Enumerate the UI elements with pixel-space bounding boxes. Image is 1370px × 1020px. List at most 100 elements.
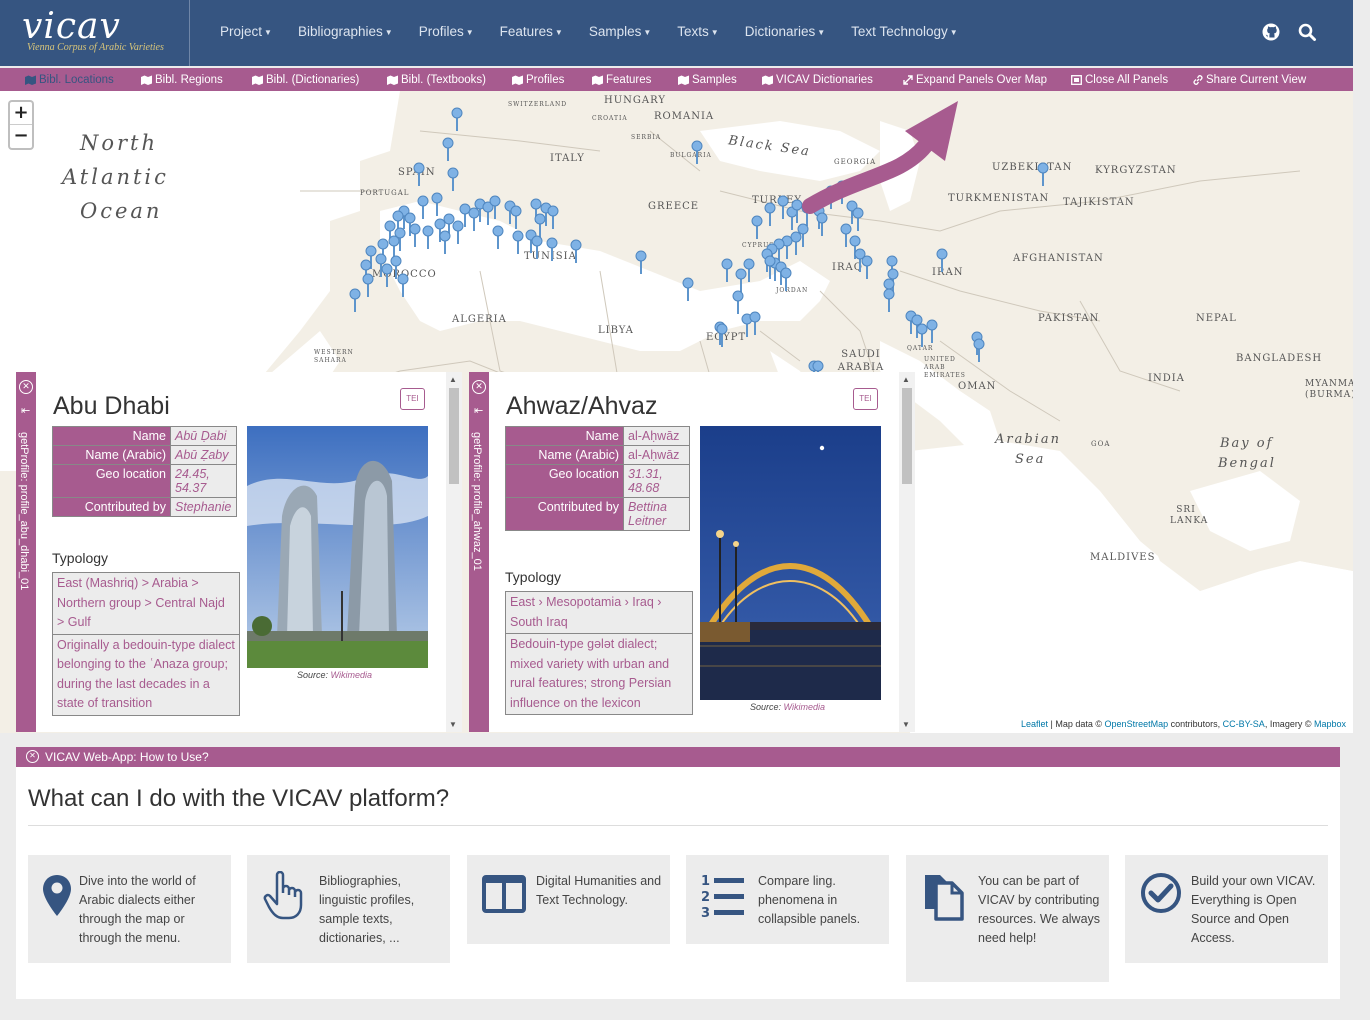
map-icon (762, 75, 773, 85)
map-marker[interactable] (840, 223, 852, 247)
map-marker[interactable] (743, 258, 755, 282)
map-marker[interactable] (431, 192, 443, 216)
map-marker[interactable] (388, 235, 400, 259)
menu-bibliographies[interactable]: Bibliographies ▼ (298, 24, 393, 39)
btn-bibl-dictionaries[interactable]: Bibl. (Dictionaries) (252, 74, 359, 86)
photo-source-label: Source: (750, 702, 782, 712)
map-marker[interactable] (397, 273, 409, 297)
map-marker[interactable] (936, 248, 948, 272)
map-marker[interactable] (732, 290, 744, 314)
menu-project[interactable]: Project ▼ (220, 24, 272, 39)
prop-value[interactable]: Stephanie (170, 497, 237, 517)
btn-bibl-regions[interactable]: Bibl. Regions (141, 74, 223, 86)
menu-profiles[interactable]: Profiles ▼ (419, 24, 474, 39)
tei-button[interactable]: TEI (853, 388, 878, 410)
map-marker[interactable] (422, 225, 434, 249)
map-marker[interactable] (780, 267, 792, 291)
wikimedia-link[interactable]: Wikimedia (331, 670, 372, 680)
map-marker[interactable] (451, 107, 463, 131)
map-marker[interactable] (409, 223, 421, 247)
osm-link[interactable]: OpenStreetMap (1105, 719, 1169, 729)
btn-close-all-panels[interactable]: Close All Panels (1071, 74, 1168, 86)
map-marker[interactable] (691, 140, 703, 164)
map-marker[interactable] (721, 258, 733, 282)
map-marker[interactable] (482, 201, 494, 225)
map-marker[interactable] (381, 263, 393, 287)
map-marker[interactable] (781, 235, 793, 259)
map-marker[interactable] (547, 205, 559, 229)
map-marker[interactable] (682, 277, 694, 301)
typology-path[interactable]: East (Mashriq) > Arabia > Northern group… (53, 573, 239, 634)
map-marker[interactable] (468, 207, 480, 231)
map-marker[interactable] (973, 338, 985, 362)
close-panel-icon[interactable]: ✕ (472, 380, 486, 394)
panel-scrollbar[interactable]: ▲ ▼ (446, 372, 462, 732)
menu-text-technology[interactable]: Text Technology ▼ (851, 24, 958, 39)
map-marker[interactable] (786, 206, 798, 230)
map-marker[interactable] (413, 162, 425, 186)
map-marker[interactable] (439, 230, 451, 254)
github-icon[interactable] (1261, 22, 1281, 42)
map-marker[interactable] (751, 215, 763, 239)
prop-row: Name Abū Ḍabi (52, 426, 237, 446)
map-marker[interactable] (883, 288, 895, 312)
btn-vicav-dictionaries[interactable]: VICAV Dictionaries (762, 74, 873, 86)
map-marker[interactable] (442, 137, 454, 161)
btn-features[interactable]: Features (592, 74, 651, 86)
menu-texts[interactable]: Texts ▼ (677, 24, 718, 39)
map-marker[interactable] (417, 195, 429, 219)
btn-expand-panels[interactable]: Expand Panels Over Map (903, 74, 1047, 86)
map-icon (678, 75, 689, 85)
map-marker[interactable] (531, 235, 543, 259)
map-marker[interactable] (749, 311, 761, 335)
divider (28, 825, 1328, 826)
collapse-panel-icon[interactable]: ⇤ (474, 404, 483, 417)
close-panel-icon[interactable]: ✕ (19, 380, 33, 394)
map-marker[interactable] (916, 323, 928, 347)
map-marker[interactable] (362, 273, 374, 297)
map-marker[interactable] (790, 231, 802, 255)
panel-scrollbar[interactable]: ▲ ▼ (899, 372, 915, 732)
close-help-icon[interactable]: ✕ (26, 750, 39, 763)
panel-side-handle[interactable]: ✕ ⇤ getProfile: profile_abu_dhabi_01 (16, 372, 36, 732)
logo[interactable]: vicav Vienna Corpus of Arabic Varieties (0, 0, 190, 66)
collapse-panel-icon[interactable]: ⇤ (21, 404, 30, 417)
map-marker[interactable] (716, 323, 728, 347)
wikimedia-link[interactable]: Wikimedia (784, 702, 825, 712)
menu-features[interactable]: Features ▼ (500, 24, 563, 39)
map-marker[interactable] (926, 319, 938, 343)
map-marker[interactable] (777, 195, 789, 219)
map-marker[interactable] (492, 225, 504, 249)
map-marker[interactable] (512, 230, 524, 254)
btn-share-view[interactable]: Share Current View (1193, 74, 1306, 86)
mapbox-link[interactable]: Mapbox (1314, 719, 1346, 729)
map-marker[interactable] (635, 250, 647, 274)
btn-profiles[interactable]: Profiles (512, 74, 564, 86)
menu-dictionaries[interactable]: Dictionaries ▼ (745, 24, 825, 39)
tile-text: Compare ling. phenomena in collapsible p… (758, 874, 861, 926)
map-marker[interactable] (861, 255, 873, 279)
panel-side-handle[interactable]: ✕ ⇤ getProfile: profile_ahwaz_01 (469, 372, 489, 732)
map-marker[interactable] (349, 288, 361, 312)
search-icon[interactable] (1297, 22, 1317, 42)
map-marker[interactable] (1037, 162, 1049, 186)
typology-path[interactable]: East › Mesopotamia › Iraq › South Iraq (506, 592, 692, 633)
map-marker[interactable] (764, 202, 776, 226)
btn-bibl-locations[interactable]: Bibl. Locations (25, 74, 114, 86)
map-marker[interactable] (510, 205, 522, 229)
map-marker[interactable] (534, 213, 546, 237)
prop-value[interactable]: Bettina Leitner (623, 497, 690, 531)
help-tile-contribute: You can be part of VICAV by contributing… (906, 855, 1109, 982)
map-marker[interactable] (570, 239, 582, 263)
btn-bibl-textbooks[interactable]: Bibl. (Textbooks) (387, 74, 486, 86)
license-link[interactable]: CC-BY-SA (1223, 719, 1265, 729)
tei-button[interactable]: TEI (400, 388, 425, 410)
map-marker[interactable] (735, 268, 747, 292)
map-marker[interactable] (447, 167, 459, 191)
menu-samples[interactable]: Samples ▼ (589, 24, 651, 39)
map-marker[interactable] (452, 220, 464, 244)
map-marker[interactable] (546, 237, 558, 261)
leaflet-link[interactable]: Leaflet (1021, 719, 1048, 729)
prop-key: Geo location (52, 464, 171, 498)
btn-samples[interactable]: Samples (678, 74, 737, 86)
